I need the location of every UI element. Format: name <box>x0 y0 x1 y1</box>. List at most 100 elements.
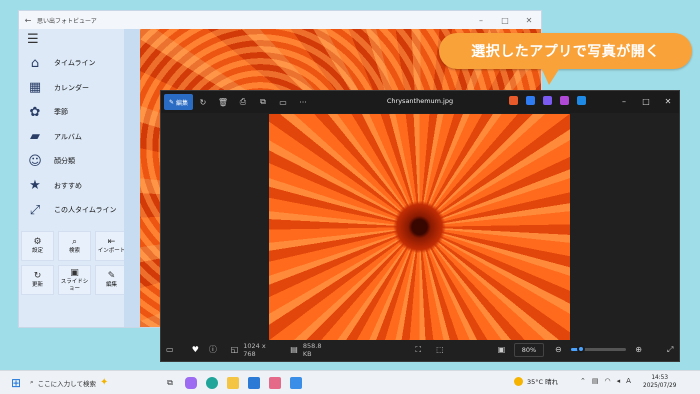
sidebar-item-person-timeline[interactable]: ⤢ この人タイムライン <box>19 198 124 223</box>
print-icon[interactable]: ⎙ <box>233 97 253 107</box>
sidebar-item-faces[interactable]: ☺ 顔分類 <box>19 149 124 174</box>
photos-app-window: ✎ 編集 ↻ 🗑 ⎙ ⧉ ▭ ··· Chrysanthemum.jpg – □ … <box>160 90 680 362</box>
maximize-icon[interactable]: □ <box>493 16 517 25</box>
volume-icon[interactable]: ◂ <box>617 377 621 385</box>
file-explorer-icon[interactable] <box>227 376 239 389</box>
clock-date: 2025/07/29 <box>643 383 677 389</box>
sparkle-icon[interactable]: ✦ <box>100 377 108 388</box>
sidebar-item-calendar[interactable]: ▦ カレンダー <box>19 76 124 101</box>
present-icon[interactable]: ▭ <box>273 98 293 107</box>
fit-icon[interactable]: ⛶ <box>410 345 428 355</box>
edge-icon[interactable] <box>206 376 218 389</box>
chevron-up-icon[interactable]: ⌃ <box>580 377 586 385</box>
search-button[interactable]: ⌕ 検索 <box>58 231 91 261</box>
tool-label: スライドショー <box>60 278 89 292</box>
zoom-out-icon[interactable]: ⊖ <box>550 345 568 354</box>
star-icon: ★ <box>29 178 41 194</box>
tool-label: 検索 <box>68 248 80 254</box>
info-icon[interactable]: ⓘ <box>204 344 222 355</box>
edit-label: 編集 <box>176 99 189 107</box>
slideshow-button[interactable]: ▣ スライドショー <box>58 265 91 295</box>
network-icon[interactable]: ▤ <box>592 377 599 385</box>
taskbar-apps: ⧉ <box>164 376 302 389</box>
taskbar-search[interactable]: ⌕ ここに入力して検索 ✦ <box>30 375 150 391</box>
zoom-slider[interactable] <box>571 345 626 353</box>
hamburger-menu-icon[interactable]: ☰ <box>19 29 124 51</box>
home-icon: ⌂ <box>30 55 40 71</box>
tool-label: インポート <box>97 248 126 254</box>
legacy-viewer-taskbar-icon[interactable] <box>269 376 281 389</box>
callout-banner: 選択したアプリで写真が開く <box>439 33 692 85</box>
filmstrip-icon[interactable]: ▭ <box>161 345 179 354</box>
dimensions-icon: ◱ <box>230 345 239 354</box>
callout-tail <box>539 63 563 85</box>
sidebar-item-label: 顔分類 <box>54 157 75 166</box>
task-view-icon[interactable]: ⧉ <box>164 377 176 389</box>
photo-canvas[interactable] <box>269 114 570 340</box>
zoom-in-icon[interactable]: ⊕ <box>630 345 648 354</box>
store-icon[interactable] <box>248 376 260 389</box>
zoom-dropdown[interactable]: 80% <box>514 342 544 357</box>
maximize-icon[interactable]: □ <box>635 91 657 113</box>
trash-icon[interactable]: 🗑 <box>213 98 233 107</box>
edit-icon: ✎ <box>168 98 174 106</box>
ime-icon[interactable]: A <box>626 377 631 385</box>
sun-icon <box>514 376 523 386</box>
folder-icon: ▰ <box>30 129 40 145</box>
refresh-icon: ↻ <box>33 271 42 281</box>
fullscreen-icon[interactable]: ⤢ <box>661 345 679 355</box>
app-icon-3[interactable] <box>543 96 552 105</box>
brush-icon: ✎ <box>107 271 116 281</box>
photos-taskbar-icon[interactable] <box>290 376 302 389</box>
sidebar-item-album[interactable]: ▰ アルバム <box>19 125 124 150</box>
minimize-icon[interactable]: – <box>613 91 635 113</box>
thumbnail-strip <box>124 29 140 327</box>
more-icon[interactable]: ··· <box>293 98 313 107</box>
system-tray: ⌃ ▤ ◠ ◂ A <box>580 377 631 385</box>
crop-icon[interactable]: ⧉ <box>253 97 273 107</box>
photos-toolbar: ✎ 編集 ↻ 🗑 ⎙ ⧉ ▭ ··· <box>161 91 679 113</box>
tool-label: 更新 <box>31 282 43 288</box>
slideshow-icon: ▣ <box>70 267 79 278</box>
app-icon-4[interactable] <box>560 96 569 105</box>
close-icon[interactable]: ✕ <box>517 16 541 25</box>
onedrive-icon[interactable] <box>577 96 586 105</box>
filesize-icon: ▤ <box>290 345 298 354</box>
faces-icon: ☺ <box>28 153 42 169</box>
sidebar-item-label: アルバム <box>54 132 82 141</box>
copilot-icon[interactable] <box>185 376 197 389</box>
windows-start-icon[interactable]: ⊞ <box>5 376 27 390</box>
settings-button[interactable]: ⚙ 設定 <box>21 231 54 261</box>
app-icon-1[interactable] <box>509 96 518 105</box>
sidebar-item-label: カレンダー <box>54 83 89 92</box>
callout-text: 選択したアプリで写真が開く <box>471 44 660 60</box>
actual-size-icon[interactable]: ▣ <box>493 345 511 354</box>
sidebar-item-label: この人タイムライン <box>54 206 117 215</box>
heart-icon[interactable]: ♥ <box>187 345 205 354</box>
minimize-icon[interactable]: – <box>469 16 493 25</box>
edit-button[interactable]: ✎ 編集 <box>164 94 193 110</box>
select-icon[interactable]: ⬚ <box>431 345 449 354</box>
close-icon[interactable]: ✕ <box>657 91 679 113</box>
photos-status-bar: ▭ ♥ ⓘ ◱ 1024 x 768 ▤ 858.8 KB ⛶ ⬚ ▣ 80% … <box>161 338 679 361</box>
tool-label: 設定 <box>31 248 43 254</box>
person-timeline-icon: ⤢ <box>29 202 41 218</box>
weather-widget[interactable]: 35°C 晴れ <box>514 376 558 386</box>
search-icon: ⌕ <box>71 237 78 247</box>
zoom-slider-thumb[interactable] <box>577 345 586 353</box>
search-icon: ⌕ <box>30 378 34 386</box>
window-title: 思い出フォトビューア <box>37 17 97 25</box>
sidebar-item-label: 季節 <box>54 108 68 117</box>
rotate-icon[interactable]: ↻ <box>193 98 213 107</box>
sidebar-item-season[interactable]: ✿ 季節 <box>19 100 124 125</box>
app-icon-2[interactable] <box>526 96 535 105</box>
import-icon: ⇤ <box>107 237 116 247</box>
refresh-button[interactable]: ↻ 更新 <box>21 265 54 295</box>
sidebar-item-timeline[interactable]: ⌂ タイムライン <box>19 51 124 76</box>
clock[interactable]: 14:53 2025/07/29 <box>643 374 676 390</box>
sidebar-item-recommended[interactable]: ★ おすすめ <box>19 174 124 199</box>
wifi-icon[interactable]: ◠ <box>605 377 611 385</box>
tool-grid: ⚙ 設定 ⌕ 検索 ⇤ インポート ↻ 更新 ▣ スライドショー ✎ 編集 <box>19 231 139 299</box>
back-arrow-icon[interactable]: ← <box>19 16 37 25</box>
window-controls: – □ ✕ <box>613 91 679 113</box>
